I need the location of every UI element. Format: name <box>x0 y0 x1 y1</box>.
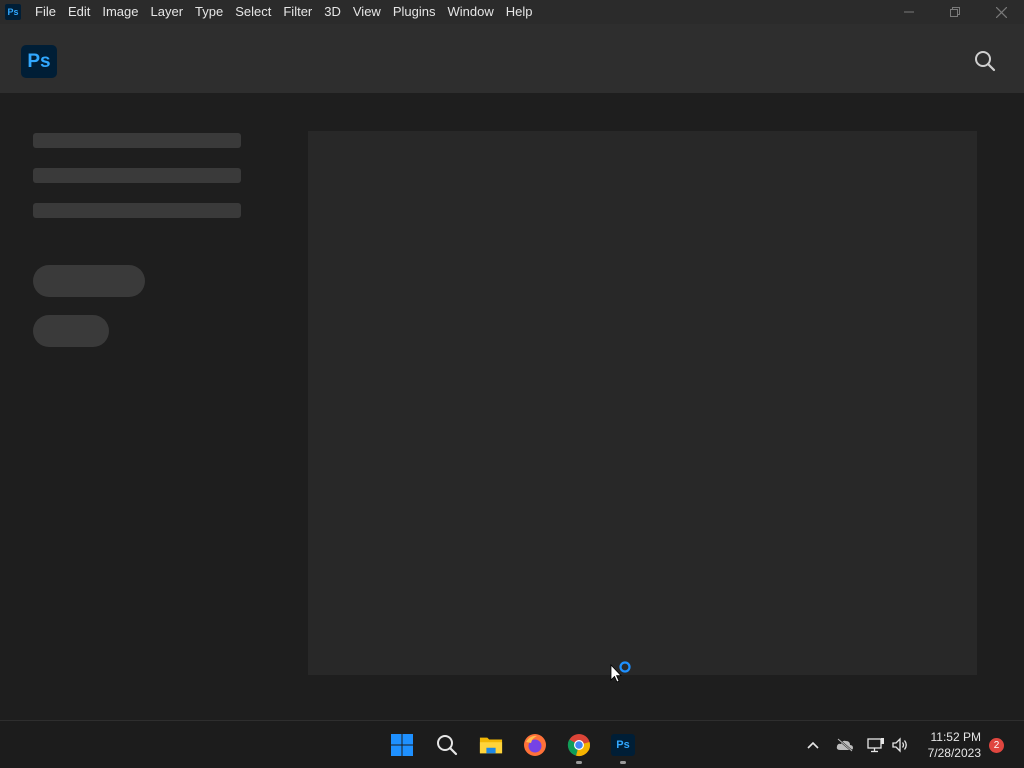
photoshop-logo[interactable]: Ps <box>21 45 57 78</box>
show-hidden-icons-button[interactable] <box>803 735 823 755</box>
loading-placeholder-button <box>33 265 145 297</box>
notification-badge[interactable]: 2 <box>989 738 1004 753</box>
start-button[interactable] <box>390 733 414 757</box>
taskbar-search-button[interactable] <box>435 733 459 757</box>
search-icon <box>975 51 996 72</box>
loading-placeholder-line <box>33 168 241 183</box>
network-button[interactable] <box>866 735 886 755</box>
clock-time: 11:52 PM <box>930 730 981 744</box>
close-icon <box>995 6 1007 18</box>
search-icon <box>437 735 458 756</box>
menu-file[interactable]: File <box>29 0 62 24</box>
photoshop-taskbar-button[interactable]: Ps <box>611 733 635 757</box>
file-explorer-button[interactable] <box>479 733 503 757</box>
start-icon <box>391 734 413 756</box>
cloud-offline-icon <box>836 738 853 752</box>
chrome-running-indicator <box>576 761 582 764</box>
chrome-icon <box>567 734 590 756</box>
home-main <box>0 93 1024 720</box>
onedrive-button[interactable] <box>835 735 855 755</box>
volume-button[interactable] <box>890 735 910 755</box>
menu-window[interactable]: Window <box>441 0 499 24</box>
menu-image[interactable]: Image <box>96 0 144 24</box>
menu-edit[interactable]: Edit <box>62 0 96 24</box>
photoshop-app-icon[interactable]: Ps <box>5 4 21 20</box>
minimize-icon <box>904 11 914 13</box>
window-controls <box>886 0 1024 24</box>
search-button[interactable] <box>974 50 996 72</box>
menu-select[interactable]: Select <box>229 0 277 24</box>
busy-cursor-icon <box>610 661 631 683</box>
menu-help[interactable]: Help <box>500 0 539 24</box>
restore-icon <box>950 7 960 17</box>
home-header: Ps <box>0 24 1024 93</box>
taskbar: Ps 11:52 PM 7/28/2023 2 <box>0 720 1024 768</box>
file-explorer-icon <box>479 737 503 754</box>
menu-view[interactable]: View <box>347 0 387 24</box>
photoshop-icon: Ps <box>611 734 635 756</box>
menu-filter[interactable]: Filter <box>277 0 318 24</box>
loading-content-panel <box>308 131 977 675</box>
clock-date: 7/28/2023 <box>927 746 981 760</box>
firefox-button[interactable] <box>523 733 547 757</box>
loading-placeholder-line <box>33 203 241 218</box>
minimize-button[interactable] <box>886 0 932 24</box>
chevron-up-icon <box>807 741 819 749</box>
chrome-button[interactable] <box>567 733 591 757</box>
loading-placeholder-line <box>33 133 241 148</box>
restore-button[interactable] <box>932 0 978 24</box>
loading-placeholder-button <box>33 315 109 347</box>
menu-plugins[interactable]: Plugins <box>387 0 442 24</box>
firefox-icon <box>524 734 546 756</box>
menu-3d[interactable]: 3D <box>318 0 347 24</box>
network-icon <box>867 738 884 753</box>
menu-type[interactable]: Type <box>189 0 229 24</box>
speaker-icon <box>892 737 907 753</box>
system-clock[interactable]: 11:52 PM 7/28/2023 <box>928 729 981 761</box>
menu-bar: Ps File Edit Image Layer Type Select Fil… <box>0 0 1024 24</box>
close-button[interactable] <box>978 0 1024 24</box>
photoshop-running-indicator <box>620 761 626 764</box>
menu-layer[interactable]: Layer <box>145 0 190 24</box>
